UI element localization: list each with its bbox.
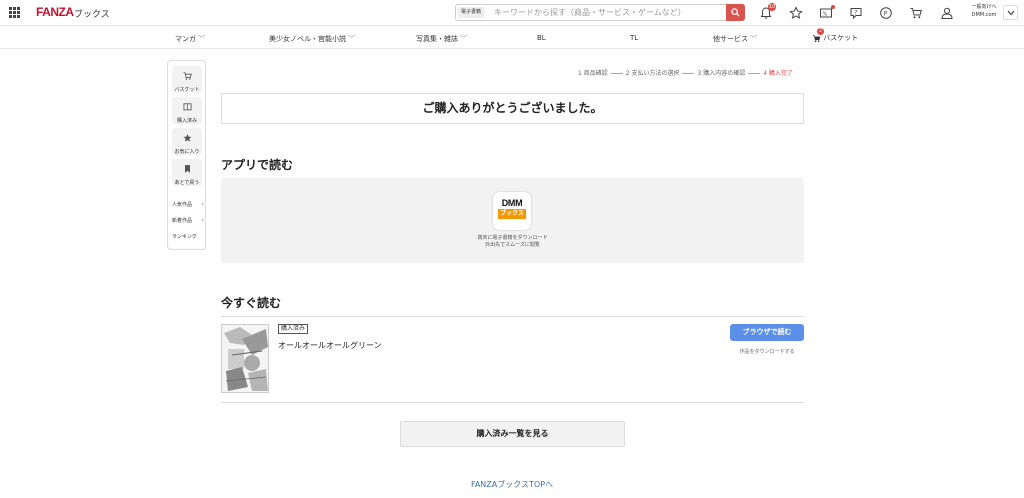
coupon-button[interactable]: % <box>819 5 835 21</box>
sidebar-link-new[interactable]: 新着作品 › <box>172 216 204 224</box>
account-button[interactable] <box>940 5 956 21</box>
bookmark-icon <box>184 165 190 173</box>
search-input[interactable] <box>494 5 724 20</box>
svg-text:%: % <box>823 12 828 18</box>
sidebar-link-label: 新着作品 <box>172 218 193 224</box>
sidebar-basket-button[interactable]: バスケット <box>172 66 202 93</box>
sidebar-favorites-button[interactable]: お気に入り <box>172 128 202 155</box>
step-3: 3 購入内容の確認 <box>697 70 746 77</box>
chevron-down-icon: ﹀ <box>348 35 355 43</box>
search-bar: 電子書籍 <box>455 4 745 21</box>
sidebar-item-label: お気に入り <box>174 149 200 155</box>
region-switch[interactable]: 一般向けへ DMM.com <box>966 3 1002 19</box>
sidebar: バスケット 購入済み お気に入り あとで買う 人気作品 › 新着作品 › ランキング <box>167 60 206 250</box>
manga-cover-image <box>222 325 268 392</box>
cart-button[interactable] <box>909 5 925 21</box>
help-button[interactable]: ? <box>849 5 865 21</box>
category-nav: マンガ ﹀ 美少女ノベル・官能小説 ﹀ 写真集・雑誌 ﹀ BL TL 他サービス ﹀ バ… <box>0 27 1024 49</box>
section-divider <box>221 402 804 403</box>
purchased-list-button[interactable]: 購入済み一覧を見る <box>400 421 625 447</box>
read-in-browser-button[interactable]: ブラウザで読む <box>730 324 804 341</box>
favorites-button[interactable] <box>789 5 805 21</box>
purchased-badge: 購入済み <box>278 324 309 334</box>
sidebar-purchased-button[interactable]: 購入済み <box>172 97 202 124</box>
search-category-select[interactable]: 電子書籍 <box>458 7 485 18</box>
region-line1: 一般向けへ <box>971 4 997 10</box>
nav-item-other-services[interactable]: 他サービス ﹀ <box>713 34 757 44</box>
sidebar-link-label: ランキング <box>172 234 197 240</box>
help-chat-icon: ? <box>850 8 862 20</box>
step-connector <box>748 73 761 74</box>
nav-item-photobook[interactable]: 写真集・雑誌 ﹀ <box>416 34 467 44</box>
nav-item-bl[interactable]: BL <box>537 34 546 42</box>
cart-icon <box>910 8 922 19</box>
nav-item-label: BL <box>537 34 546 42</box>
nav-item-manga[interactable]: マンガ ﹀ <box>175 34 205 44</box>
app-section: DMM ブックス 端末に電子書籍をダウンロード 外出先でスムーズに閲覧 <box>221 178 804 263</box>
nav-item-label: マンガ <box>175 35 196 43</box>
book-cover[interactable] <box>221 324 269 393</box>
section-divider <box>221 316 804 317</box>
chevron-down-icon: ﹀ <box>198 35 205 43</box>
book-icon <box>183 103 191 111</box>
read-now-heading: 今すぐ読む <box>221 296 282 310</box>
apps-grid-icon[interactable] <box>9 7 20 18</box>
download-link[interactable]: 作品をダウンロードする <box>730 348 804 355</box>
app-desc-line1: 端末に電子書籍をダウンロード <box>477 235 548 241</box>
user-icon <box>941 7 953 19</box>
nav-item-novel[interactable]: 美少女ノベル・官能小説 ﹀ <box>269 34 355 44</box>
logo-subtitle[interactable]: ブックス <box>74 7 110 20</box>
nav-item-label: TL <box>630 34 639 42</box>
nav-item-label: 写真集・雑誌 <box>416 35 458 43</box>
region-dropdown[interactable] <box>1003 5 1018 20</box>
notification-bell-button[interactable]: 10 <box>759 3 776 21</box>
nav-item-tl[interactable]: TL <box>630 34 638 42</box>
star-icon <box>183 134 191 142</box>
nav-basket-label: バスケット <box>823 34 859 42</box>
notification-count-badge: 10 <box>768 3 776 11</box>
chevron-down-icon: ﹀ <box>460 35 467 43</box>
sidebar-item-label: あとで買う <box>174 180 200 186</box>
purchase-steps: 1 商品確認 2 支払い方法の選択 3 購入内容の確認 4 購入完了 <box>578 68 793 77</box>
step-connector <box>682 73 695 74</box>
svg-text:?: ? <box>854 9 857 16</box>
chevron-down-icon: ﹀ <box>750 35 757 43</box>
region-line2: DMM.com <box>971 12 997 18</box>
chevron-right-icon: › <box>201 200 204 208</box>
chevron-right-icon: › <box>201 216 204 224</box>
step-2: 2 支払い方法の選択 <box>625 70 680 77</box>
sidebar-item-label: 購入済み <box>176 118 197 124</box>
fanza-logo[interactable]: FANZA <box>36 5 74 19</box>
app-icon-subtext: ブックス <box>498 209 526 219</box>
search-icon <box>731 8 740 17</box>
step-1: 1 商品確認 <box>578 70 608 77</box>
svg-text:P: P <box>884 10 888 17</box>
thanks-message: ご購入ありがとうございました。 <box>221 93 804 124</box>
step-4-active: 4 購入完了 <box>763 70 793 77</box>
app-desc-line2: 外出先でスムーズに閲覧 <box>485 242 540 248</box>
nav-item-label: 他サービス <box>713 35 748 43</box>
search-button[interactable] <box>726 4 745 21</box>
nav-item-label: 美少女ノベル・官能小説 <box>269 35 346 43</box>
book-title[interactable]: オールオールオールグリーン <box>278 340 382 351</box>
coupon-dot <box>831 5 835 9</box>
chevron-down-icon <box>1007 10 1015 16</box>
sidebar-later-button[interactable]: あとで買う <box>172 159 202 186</box>
cart-icon <box>183 72 192 80</box>
basket-count-badge: 2 <box>817 28 824 35</box>
sidebar-item-label: バスケット <box>174 87 200 93</box>
points-button[interactable]: P <box>879 5 895 21</box>
header: FANZA ブックス 電子書籍 10 % ? P 一般向けへ DMM.com <box>0 0 1024 26</box>
app-section-heading: アプリで読む <box>221 158 294 172</box>
step-connector <box>610 73 623 74</box>
star-outline-icon <box>789 6 803 20</box>
fanza-books-top-link[interactable]: FANZAブックスTOPへ <box>0 479 1024 490</box>
dmm-books-app-icon[interactable]: DMM ブックス <box>493 192 531 230</box>
points-icon: P <box>880 7 892 19</box>
sidebar-link-popular[interactable]: 人気作品 › <box>172 200 204 208</box>
sidebar-link-ranking[interactable]: ランキング <box>172 233 204 240</box>
app-description: 端末に電子書籍をダウンロード 外出先でスムーズに閲覧 <box>221 235 804 249</box>
app-icon-text: DMM <box>501 198 523 208</box>
sidebar-link-label: 人気作品 <box>172 202 193 208</box>
